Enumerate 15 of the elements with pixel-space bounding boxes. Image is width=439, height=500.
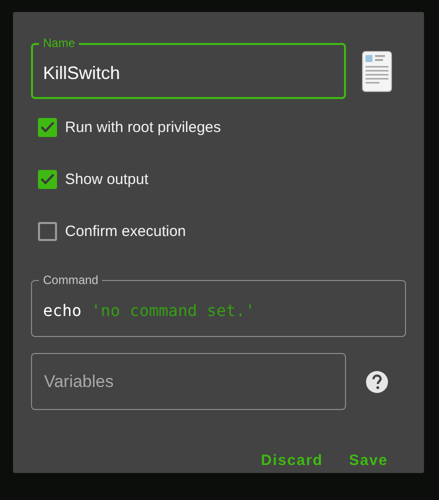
field-label: Name: [39, 36, 80, 50]
checkbox[interactable]: [38, 170, 57, 188]
dialog-button[interactable]: Discard: [252, 446, 331, 475]
dialog-button[interactable]: Save: [340, 446, 396, 475]
checkbox-option[interactable]: Run with root privileges: [31, 101, 406, 153]
checkbox-option[interactable]: Confirm execution: [31, 205, 406, 257]
checkbox-option[interactable]: Show output: [31, 153, 406, 205]
help-icon[interactable]: [366, 370, 388, 392]
checkbox[interactable]: [38, 118, 57, 136]
command-field[interactable]: Command echo 'no command set.': [31, 273, 406, 337]
variables-field[interactable]: Variables: [31, 353, 346, 410]
checkbox[interactable]: [38, 222, 57, 240]
name-field[interactable]: Name KillSwitch: [31, 36, 346, 99]
field-label: Command: [39, 273, 102, 287]
document-icon[interactable]: [362, 50, 392, 92]
